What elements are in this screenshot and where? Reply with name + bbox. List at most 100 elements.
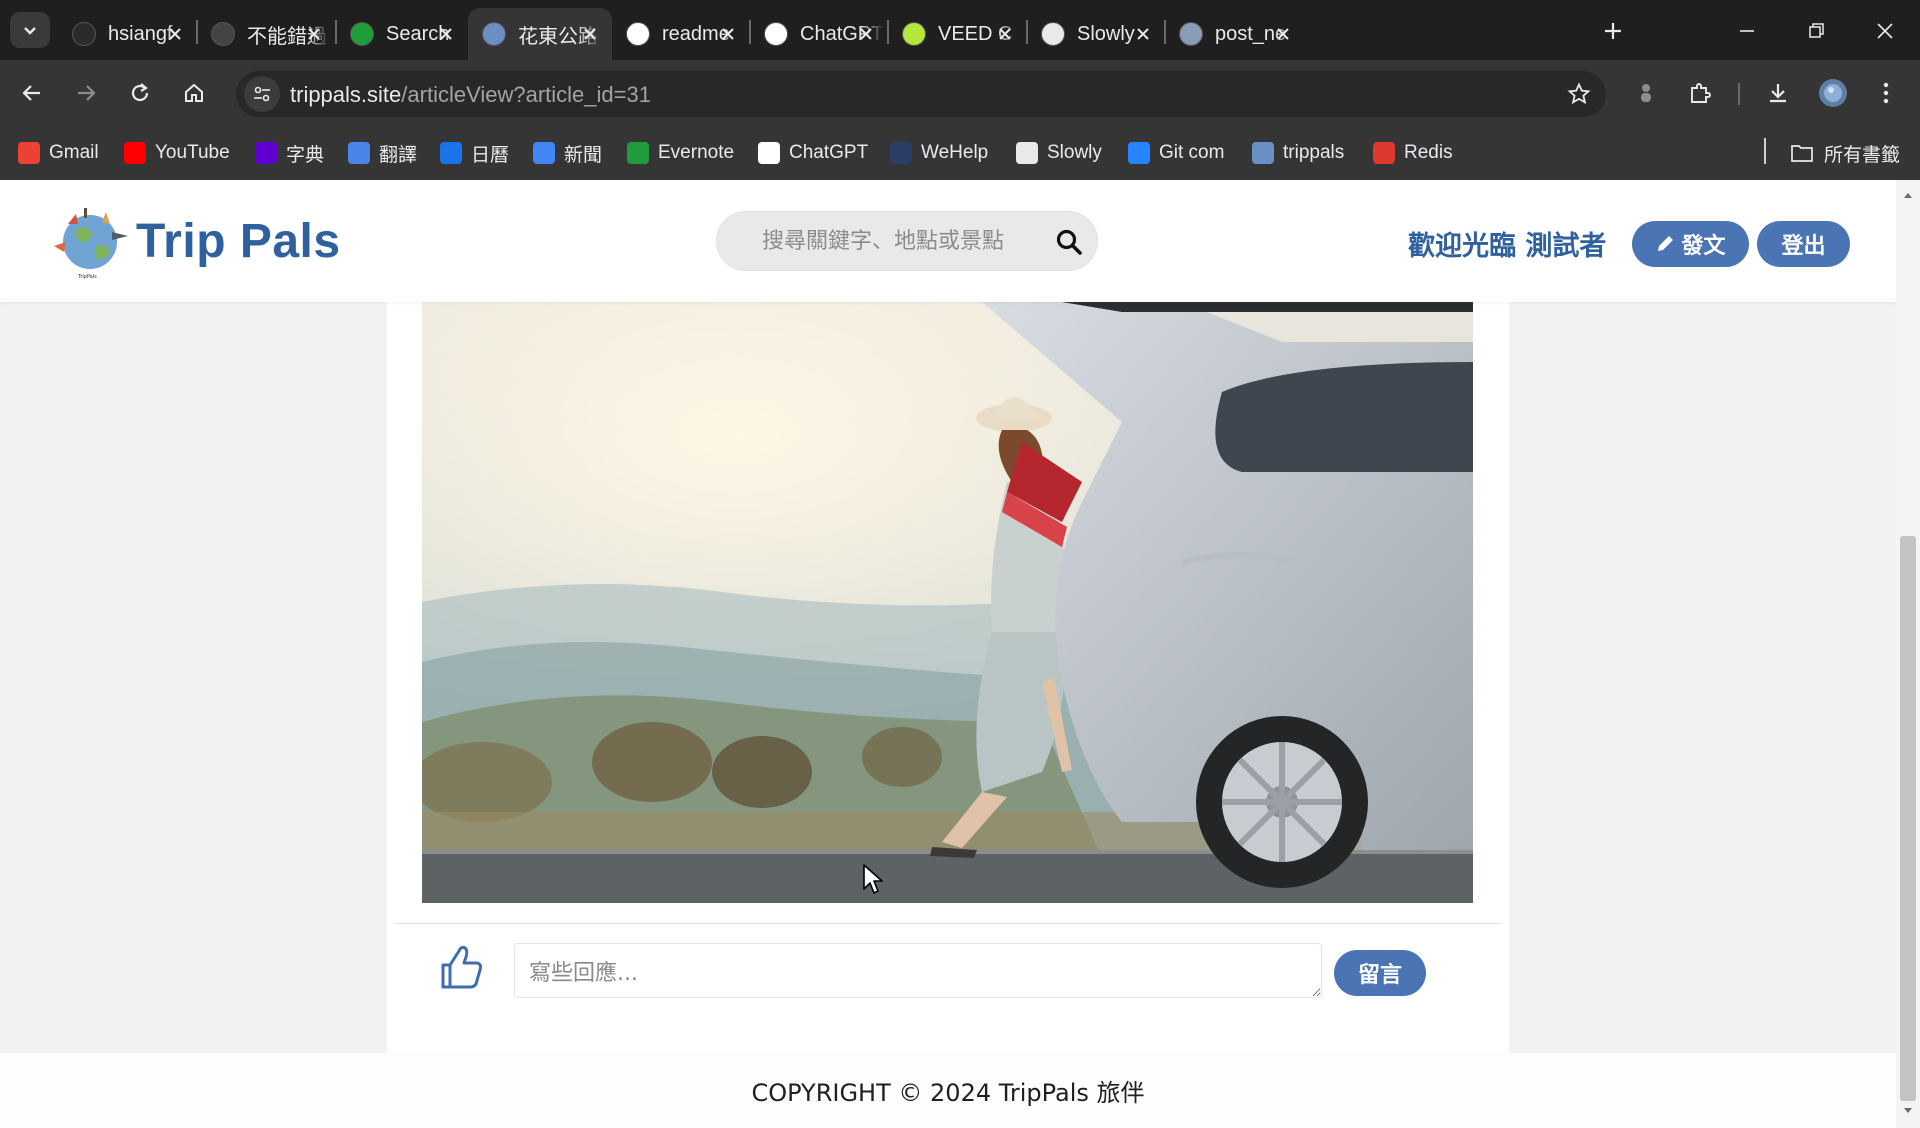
page-scrollbar[interactable] bbox=[1896, 180, 1920, 1128]
card-divider bbox=[395, 923, 1501, 924]
gmail-icon bbox=[18, 142, 40, 164]
bookmark-item[interactable]: 翻譯 bbox=[348, 138, 417, 168]
veed-icon bbox=[902, 22, 926, 46]
logout-button[interactable]: 登出 bbox=[1757, 221, 1850, 267]
browser-tab[interactable]: 不能錯過 bbox=[197, 8, 336, 60]
browser-tab[interactable]: ChatGPT bbox=[750, 8, 888, 60]
arrow-right-icon bbox=[78, 85, 96, 101]
close-tab-icon[interactable] bbox=[1271, 22, 1295, 46]
mouse-cursor-icon bbox=[863, 864, 883, 894]
bookmark-star-button[interactable] bbox=[1564, 79, 1594, 109]
bookmark-label: Slowly bbox=[1047, 142, 1102, 163]
browser-tab[interactable]: VEED C bbox=[888, 8, 1027, 60]
scroll-up-arrow-icon[interactable] bbox=[1903, 190, 1913, 200]
extensions-button[interactable] bbox=[1682, 75, 1718, 111]
new-post-button[interactable]: 發文 bbox=[1632, 221, 1749, 267]
close-window-button[interactable] bbox=[1868, 14, 1902, 48]
bookmarks-bar: Gmail YouTube 字典 翻譯 日曆 新聞 Evernote ChatGPT WeHel… bbox=[0, 126, 1920, 180]
close-tab-icon[interactable] bbox=[302, 22, 326, 46]
redis-icon bbox=[1373, 142, 1395, 164]
close-icon bbox=[1877, 23, 1893, 39]
browser-tab[interactable]: post_ne bbox=[1165, 8, 1305, 60]
bookmark-label: Evernote bbox=[658, 142, 735, 163]
travel-photo-image bbox=[422, 302, 1473, 903]
download-icon bbox=[1770, 84, 1786, 103]
search-input[interactable] bbox=[717, 212, 1037, 270]
trippals-logo[interactable]: TripPals bbox=[48, 202, 132, 282]
brand-name[interactable]: Trip Pals bbox=[136, 214, 341, 269]
evernote-icon bbox=[627, 142, 649, 164]
site-info-button[interactable] bbox=[244, 76, 280, 112]
submit-comment-button[interactable]: 留言 bbox=[1334, 950, 1426, 996]
yahoo-icon bbox=[255, 142, 277, 164]
bookmark-item[interactable]: ChatGPT bbox=[758, 138, 868, 168]
address-bar[interactable]: trippals.site/articleView?article_id=31 bbox=[236, 71, 1606, 117]
bookmarks-divider bbox=[1764, 138, 1766, 164]
reload-button[interactable] bbox=[122, 75, 158, 111]
blank-icon bbox=[211, 22, 235, 46]
new-post-label: 發文 bbox=[1681, 234, 1726, 259]
bookmark-label: Git com bbox=[1159, 142, 1225, 163]
bookmark-label: 字典 bbox=[286, 144, 325, 166]
tune-icon bbox=[254, 86, 270, 102]
downloads-button[interactable] bbox=[1760, 75, 1796, 111]
url-text[interactable]: trippals.site/articleView?article_id=31 bbox=[290, 82, 651, 108]
extension-button[interactable] bbox=[1628, 75, 1664, 111]
site-footer: COPYRIGHT © 2024 TripPals 旅伴 bbox=[0, 1053, 1896, 1128]
bookmark-item[interactable]: Evernote bbox=[627, 138, 734, 168]
browser-tab[interactable]: readme bbox=[612, 8, 750, 60]
comment-input[interactable] bbox=[514, 943, 1322, 998]
search-icon[interactable] bbox=[1055, 228, 1083, 256]
bookmark-item[interactable]: Gmail bbox=[18, 138, 99, 168]
slowly-icon bbox=[1041, 22, 1065, 46]
browser-menu-button[interactable] bbox=[1868, 75, 1904, 111]
plus-icon bbox=[1605, 23, 1621, 39]
restore-button[interactable] bbox=[1800, 14, 1834, 48]
bookmark-label: Gmail bbox=[49, 142, 99, 163]
bookmark-item[interactable]: 日曆 bbox=[440, 138, 509, 168]
all-bookmarks-label: 所有書籤 bbox=[1824, 144, 1901, 166]
arrow-left-icon bbox=[22, 85, 40, 101]
browser-toolbar: trippals.site/articleView?article_id=31 bbox=[0, 60, 1920, 126]
bookmark-item[interactable]: YouTube bbox=[124, 138, 230, 168]
all-bookmarks-folder[interactable]: 所有書籤 bbox=[1790, 138, 1900, 168]
bookmark-item[interactable]: Git com bbox=[1128, 138, 1224, 168]
close-tab-icon[interactable] bbox=[1131, 22, 1155, 46]
bookmark-item[interactable]: Redis bbox=[1373, 138, 1453, 168]
close-tab-icon[interactable] bbox=[993, 22, 1017, 46]
browser-tab[interactable]: hsiangf bbox=[58, 8, 197, 60]
thumbs-up-icon bbox=[441, 945, 483, 989]
browser-tab[interactable]: 花東公路 bbox=[468, 8, 612, 60]
bookmark-label: ChatGPT bbox=[789, 142, 869, 163]
bookmark-label: 翻譯 bbox=[379, 144, 418, 166]
puzzle-icon bbox=[1691, 83, 1711, 103]
bookmark-item[interactable]: 新聞 bbox=[533, 138, 602, 168]
scrollbar-thumb[interactable] bbox=[1900, 536, 1916, 1101]
profile-avatar-button[interactable] bbox=[1815, 75, 1851, 111]
like-button[interactable] bbox=[439, 943, 483, 991]
bookmark-item[interactable]: Slowly bbox=[1016, 138, 1102, 168]
browser-tab[interactable]: Slowly bbox=[1027, 8, 1165, 60]
back-button[interactable] bbox=[14, 75, 50, 111]
url-path: /articleView?article_id=31 bbox=[401, 82, 651, 107]
bookmark-label: trippals bbox=[1283, 142, 1345, 163]
slowly-icon bbox=[1016, 142, 1038, 164]
bookmark-item[interactable]: WeHelp bbox=[890, 138, 988, 168]
new-tab-button[interactable] bbox=[1598, 16, 1628, 46]
minimize-button[interactable] bbox=[1730, 14, 1764, 48]
close-tab-icon[interactable] bbox=[434, 22, 458, 46]
close-tab-icon[interactable] bbox=[716, 22, 740, 46]
close-tab-icon[interactable] bbox=[163, 22, 187, 46]
bookmark-item[interactable]: 字典 bbox=[255, 138, 324, 168]
avatar-icon bbox=[1819, 79, 1847, 107]
star-icon bbox=[1567, 82, 1591, 105]
tab-search-button[interactable] bbox=[10, 12, 50, 48]
browser-tab[interactable]: Search bbox=[336, 8, 468, 60]
bookmark-item[interactable]: trippals bbox=[1252, 138, 1344, 168]
close-tab-icon[interactable] bbox=[854, 22, 878, 46]
forward-button[interactable] bbox=[68, 75, 104, 111]
chatgpt-icon bbox=[764, 22, 788, 46]
home-button[interactable] bbox=[176, 75, 212, 111]
close-tab-icon[interactable] bbox=[578, 22, 602, 46]
scroll-down-arrow-icon[interactable] bbox=[1903, 1106, 1913, 1116]
